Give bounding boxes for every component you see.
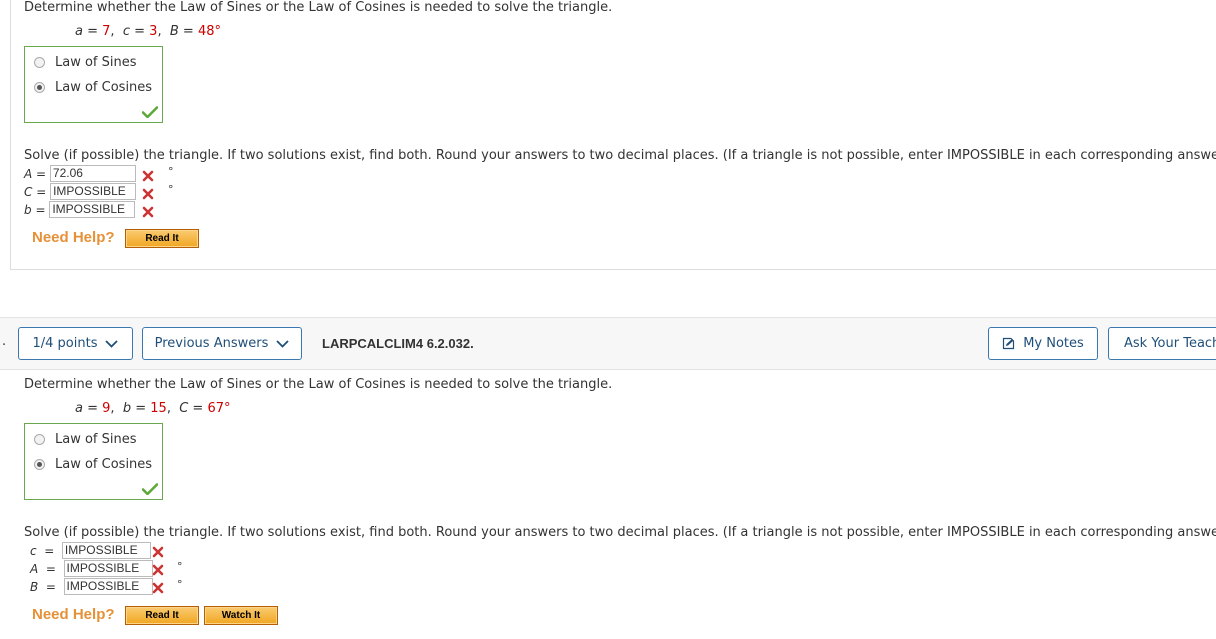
points-dropdown[interactable]: 1/4 points	[18, 327, 133, 360]
my-notes-button[interactable]: My Notes	[988, 327, 1098, 360]
q2-given-value: 15	[150, 401, 167, 416]
chevron-down-icon	[276, 339, 289, 348]
choice-label: Law of Cosines	[55, 79, 153, 95]
q1-choice-law-of-cosines[interactable]: Law of Cosines	[34, 79, 152, 95]
choice-label: Law of Cosines	[55, 456, 153, 472]
q2-choice-box: Law of Sines Law of Cosines	[24, 423, 163, 500]
q2-given-value: 67°	[207, 401, 231, 416]
q2-given-var: C	[179, 401, 189, 416]
answer-label: b	[24, 202, 32, 217]
answer-label: A	[30, 561, 39, 576]
q1-answer-row: C = IMPOSSIBLE	[24, 183, 137, 200]
previous-answers-dropdown[interactable]: Previous Answers	[142, 327, 302, 360]
answer-input[interactable]: IMPOSSIBLE	[63, 578, 153, 595]
q2-choice-law-of-sines[interactable]: Law of Sines	[34, 431, 137, 447]
incorrect-x-icon	[152, 582, 164, 594]
q1-solve-prompt: Solve (if possible) the triangle. If two…	[24, 148, 1216, 163]
q1-given-value: 3	[149, 24, 158, 39]
answer-label: C	[24, 184, 33, 199]
answer-label: c	[30, 543, 37, 558]
degree-symbol: °	[177, 560, 183, 573]
incorrect-x-icon	[142, 188, 154, 200]
q2-answer-row: B = IMPOSSIBLE	[30, 578, 153, 595]
checkmark-icon	[142, 106, 158, 118]
answer-input[interactable]: IMPOSSIBLE	[63, 560, 153, 577]
q1-answer-row: A = 72.06	[24, 165, 136, 182]
answer-input[interactable]: IMPOSSIBLE	[61, 542, 151, 559]
answer-label: B	[30, 579, 39, 594]
chevron-down-icon	[105, 339, 119, 348]
note-icon	[1003, 337, 1015, 350]
q2-given-values: a = 9, b = 15, C = 67°	[75, 401, 231, 416]
q2-answer-row: c = IMPOSSIBLE	[30, 542, 151, 559]
points-label: 1/4 points	[32, 336, 98, 351]
choice-label: Law of Sines	[55, 54, 137, 70]
q1-given-value: 7	[102, 24, 111, 39]
incorrect-x-icon	[142, 206, 154, 218]
incorrect-x-icon	[142, 170, 154, 182]
answer-input[interactable]: IMPOSSIBLE	[50, 183, 137, 200]
q2-given-var: a	[75, 401, 83, 416]
q1-choice-law-of-sines[interactable]: Law of Sines	[34, 54, 137, 70]
ask-your-teacher-label: Ask Your Teach	[1124, 336, 1216, 351]
degree-symbol: °	[168, 165, 174, 178]
q2-prompt: Determine whether the Law of Sines or th…	[24, 377, 613, 392]
q1-prompt: Determine whether the Law of Sines or th…	[24, 0, 613, 15]
degree-symbol: °	[177, 578, 183, 591]
need-help-label: Need Help?	[32, 229, 115, 246]
answer-input[interactable]: IMPOSSIBLE	[49, 201, 136, 218]
incorrect-x-icon	[152, 564, 164, 576]
watch-it-button[interactable]: Watch It	[204, 606, 278, 625]
q1-given-values: a = 7, c = 3, B = 48°	[75, 24, 221, 39]
radio-button-selected[interactable]	[34, 458, 45, 470]
my-notes-label: My Notes	[1023, 336, 1084, 351]
q1-given-value: 48°	[197, 24, 221, 39]
question-id: LARPCALCLIM4 6.2.032.	[322, 336, 474, 351]
q1-answer-row: b = IMPOSSIBLE	[24, 201, 136, 218]
answer-input[interactable]: 72.06	[49, 165, 136, 182]
read-it-button[interactable]: Read It	[125, 229, 199, 248]
q2-given-var: b	[122, 401, 132, 416]
q2-answer-row: A = IMPOSSIBLE	[30, 560, 153, 577]
degree-symbol: °	[168, 183, 174, 196]
radio-button[interactable]	[34, 56, 45, 68]
choice-label: Law of Sines	[55, 431, 137, 447]
radio-button-selected[interactable]	[34, 81, 45, 93]
q1-given-var: a	[75, 24, 83, 39]
incorrect-x-icon	[152, 546, 164, 558]
q2-solve-prompt: Solve (if possible) the triangle. If two…	[24, 525, 1216, 540]
answer-label: A	[24, 166, 33, 181]
q2-choice-law-of-cosines[interactable]: Law of Cosines	[34, 456, 152, 472]
read-it-button[interactable]: Read It	[125, 606, 199, 625]
previous-answers-label: Previous Answers	[154, 336, 269, 351]
q1-choice-box: Law of Sines Law of Cosines	[24, 46, 163, 123]
q2-given-value: 9	[102, 401, 111, 416]
radio-button[interactable]	[34, 433, 45, 445]
q1-given-var: B	[169, 24, 179, 39]
checkmark-icon	[142, 483, 158, 495]
need-help-label: Need Help?	[32, 606, 115, 623]
ask-your-teacher-button[interactable]: Ask Your Teach	[1108, 327, 1216, 360]
q1-given-var: c	[122, 24, 130, 39]
question-number-dot: .	[2, 334, 7, 349]
